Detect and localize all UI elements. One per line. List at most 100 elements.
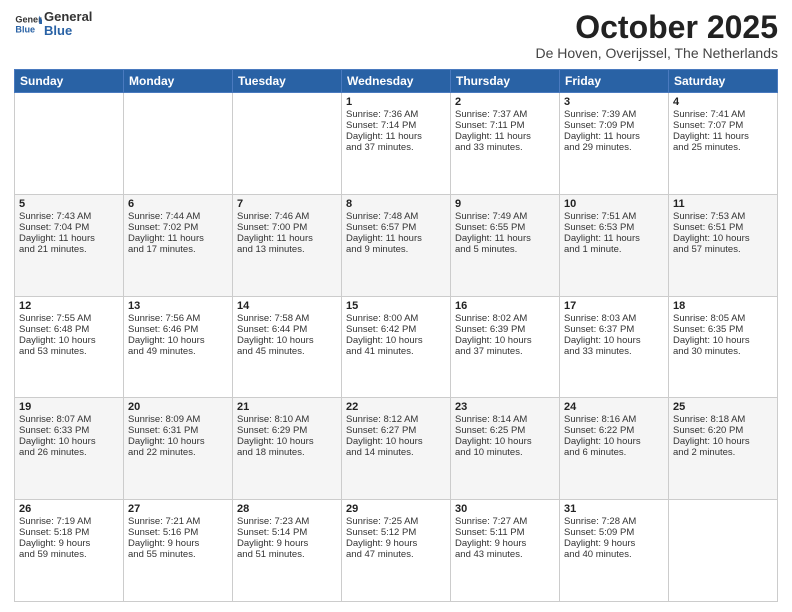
day-number: 30	[455, 503, 555, 515]
cell-line: Sunset: 6:51 PM	[673, 222, 773, 233]
cell-line: Sunset: 6:39 PM	[455, 324, 555, 335]
day-number: 17	[564, 300, 664, 312]
day-number: 29	[346, 503, 446, 515]
cell-line: and 37 minutes.	[346, 142, 446, 153]
cell-line: and 14 minutes.	[346, 447, 446, 458]
cell-line: Sunset: 6:25 PM	[455, 425, 555, 436]
cell-line: and 21 minutes.	[19, 244, 119, 255]
cell-line: Daylight: 10 hours	[128, 436, 228, 447]
cell-line: and 51 minutes.	[237, 549, 337, 560]
cell-line: Sunset: 7:07 PM	[673, 120, 773, 131]
day-number: 13	[128, 300, 228, 312]
day-number: 7	[237, 198, 337, 210]
cell-line: and 41 minutes.	[346, 346, 446, 357]
cell-line: Sunset: 5:11 PM	[455, 527, 555, 538]
cell-line: and 30 minutes.	[673, 346, 773, 357]
cell-line: Sunrise: 8:07 AM	[19, 414, 119, 425]
cell-line: Daylight: 10 hours	[564, 436, 664, 447]
cell-line: Sunset: 7:02 PM	[128, 222, 228, 233]
cell-line: Daylight: 11 hours	[455, 131, 555, 142]
cell-line: Sunset: 6:46 PM	[128, 324, 228, 335]
cell-line: Sunrise: 7:53 AM	[673, 211, 773, 222]
cell-line: and 33 minutes.	[564, 346, 664, 357]
calendar-cell: 19Sunrise: 8:07 AMSunset: 6:33 PMDayligh…	[15, 398, 124, 500]
cell-line: Daylight: 11 hours	[673, 131, 773, 142]
calendar-cell: 7Sunrise: 7:46 AMSunset: 7:00 PMDaylight…	[233, 194, 342, 296]
day-number: 25	[673, 401, 773, 413]
calendar-cell: 28Sunrise: 7:23 AMSunset: 5:14 PMDayligh…	[233, 500, 342, 602]
cell-line: Sunrise: 7:28 AM	[564, 516, 664, 527]
week-row-1: 1Sunrise: 7:36 AMSunset: 7:14 PMDaylight…	[15, 93, 778, 195]
cell-line: and 40 minutes.	[564, 549, 664, 560]
cell-line: Sunrise: 7:19 AM	[19, 516, 119, 527]
calendar-cell: 13Sunrise: 7:56 AMSunset: 6:46 PMDayligh…	[124, 296, 233, 398]
cell-line: and 22 minutes.	[128, 447, 228, 458]
week-row-2: 5Sunrise: 7:43 AMSunset: 7:04 PMDaylight…	[15, 194, 778, 296]
cell-line: and 47 minutes.	[346, 549, 446, 560]
day-number: 26	[19, 503, 119, 515]
week-row-5: 26Sunrise: 7:19 AMSunset: 5:18 PMDayligh…	[15, 500, 778, 602]
logo-icon: General Blue	[14, 10, 42, 38]
cell-line: Daylight: 11 hours	[346, 233, 446, 244]
calendar-cell	[669, 500, 778, 602]
cell-line: and 26 minutes.	[19, 447, 119, 458]
cell-line: and 55 minutes.	[128, 549, 228, 560]
day-number: 23	[455, 401, 555, 413]
day-number: 16	[455, 300, 555, 312]
cell-line: and 59 minutes.	[19, 549, 119, 560]
week-row-3: 12Sunrise: 7:55 AMSunset: 6:48 PMDayligh…	[15, 296, 778, 398]
day-number: 2	[455, 96, 555, 108]
cell-line: Daylight: 10 hours	[128, 335, 228, 346]
calendar-cell: 5Sunrise: 7:43 AMSunset: 7:04 PMDaylight…	[15, 194, 124, 296]
cell-line: Sunrise: 8:16 AM	[564, 414, 664, 425]
day-number: 31	[564, 503, 664, 515]
calendar-cell: 18Sunrise: 8:05 AMSunset: 6:35 PMDayligh…	[669, 296, 778, 398]
cell-line: Sunset: 6:42 PM	[346, 324, 446, 335]
cell-line: Daylight: 11 hours	[346, 131, 446, 142]
cell-line: Daylight: 10 hours	[673, 335, 773, 346]
calendar: SundayMondayTuesdayWednesdayThursdayFrid…	[14, 69, 778, 602]
calendar-header-monday: Monday	[124, 70, 233, 93]
cell-line: Daylight: 10 hours	[346, 436, 446, 447]
cell-line: Daylight: 10 hours	[455, 335, 555, 346]
cell-line: Sunset: 6:29 PM	[237, 425, 337, 436]
day-number: 20	[128, 401, 228, 413]
calendar-cell: 30Sunrise: 7:27 AMSunset: 5:11 PMDayligh…	[451, 500, 560, 602]
cell-line: Sunrise: 7:41 AM	[673, 109, 773, 120]
calendar-header-friday: Friday	[560, 70, 669, 93]
calendar-cell: 6Sunrise: 7:44 AMSunset: 7:02 PMDaylight…	[124, 194, 233, 296]
svg-text:Blue: Blue	[15, 25, 35, 35]
cell-line: Daylight: 10 hours	[673, 233, 773, 244]
calendar-header-saturday: Saturday	[669, 70, 778, 93]
cell-line: Daylight: 10 hours	[346, 335, 446, 346]
cell-line: Sunrise: 7:37 AM	[455, 109, 555, 120]
cell-line: and 49 minutes.	[128, 346, 228, 357]
cell-line: and 25 minutes.	[673, 142, 773, 153]
cell-line: Sunset: 6:20 PM	[673, 425, 773, 436]
calendar-cell: 31Sunrise: 7:28 AMSunset: 5:09 PMDayligh…	[560, 500, 669, 602]
day-number: 14	[237, 300, 337, 312]
cell-line: and 57 minutes.	[673, 244, 773, 255]
cell-line: and 1 minute.	[564, 244, 664, 255]
cell-line: and 13 minutes.	[237, 244, 337, 255]
day-number: 28	[237, 503, 337, 515]
cell-line: Daylight: 9 hours	[237, 538, 337, 549]
cell-line: and 17 minutes.	[128, 244, 228, 255]
cell-line: Sunset: 5:12 PM	[346, 527, 446, 538]
day-number: 4	[673, 96, 773, 108]
cell-line: Sunset: 6:53 PM	[564, 222, 664, 233]
calendar-cell: 29Sunrise: 7:25 AMSunset: 5:12 PMDayligh…	[342, 500, 451, 602]
calendar-cell: 26Sunrise: 7:19 AMSunset: 5:18 PMDayligh…	[15, 500, 124, 602]
calendar-header-row: SundayMondayTuesdayWednesdayThursdayFrid…	[15, 70, 778, 93]
cell-line: Sunset: 6:27 PM	[346, 425, 446, 436]
cell-line: Daylight: 11 hours	[455, 233, 555, 244]
cell-line: Sunrise: 7:21 AM	[128, 516, 228, 527]
cell-line: Sunrise: 8:12 AM	[346, 414, 446, 425]
day-number: 22	[346, 401, 446, 413]
cell-line: Daylight: 11 hours	[19, 233, 119, 244]
cell-line: Sunrise: 7:27 AM	[455, 516, 555, 527]
cell-line: Daylight: 10 hours	[237, 436, 337, 447]
day-number: 5	[19, 198, 119, 210]
calendar-header-thursday: Thursday	[451, 70, 560, 93]
cell-line: Sunrise: 7:25 AM	[346, 516, 446, 527]
